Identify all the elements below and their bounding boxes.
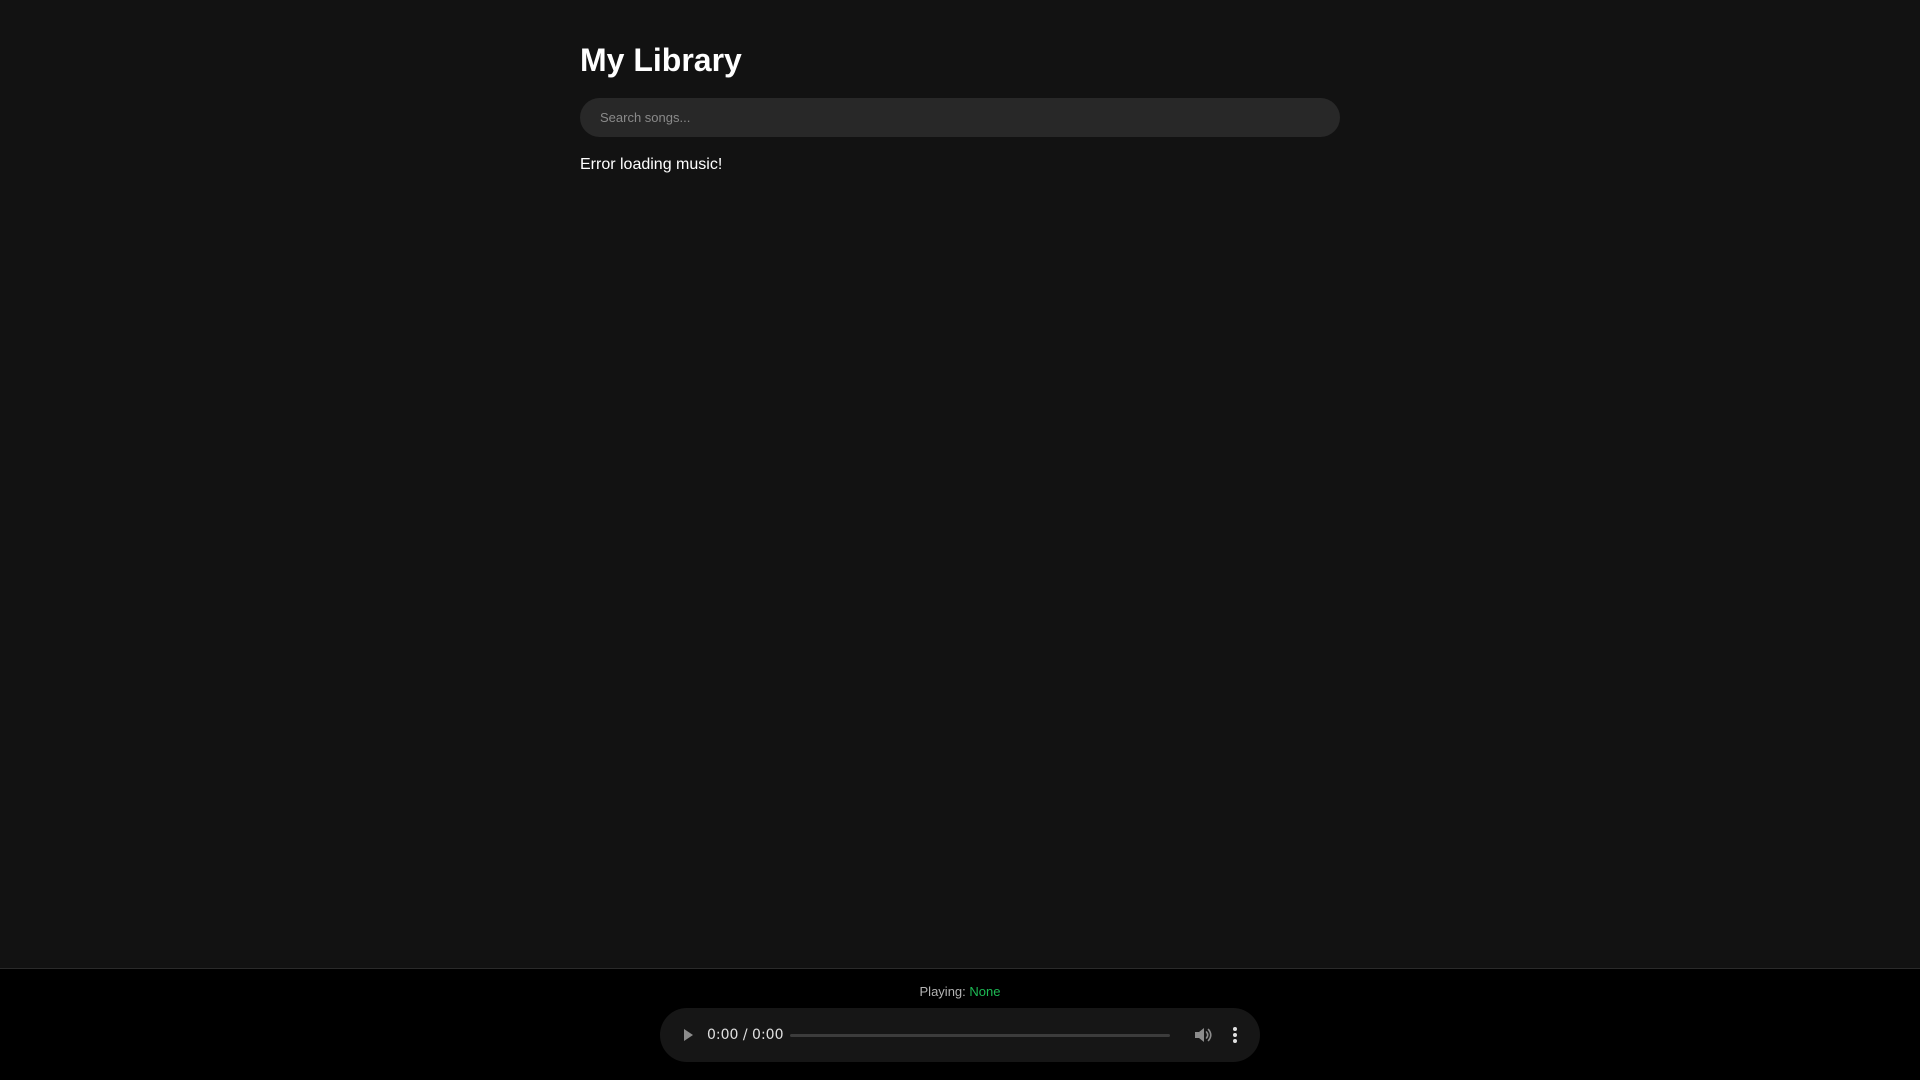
player-bar: Playing: None 0:00 / 0:00 — [0, 968, 1920, 1080]
play-icon — [684, 1029, 693, 1041]
search-input[interactable] — [580, 98, 1340, 137]
music-app: My Library Error loading music! Playing:… — [0, 0, 1920, 1080]
seek-bar[interactable] — [790, 1034, 1170, 1037]
now-playing-track: None — [969, 984, 1001, 999]
more-vertical-icon — [1233, 1027, 1237, 1043]
now-playing-label: Playing: — [919, 984, 966, 999]
play-button[interactable] — [678, 1025, 698, 1045]
page-title: My Library — [580, 42, 742, 78]
volume-button[interactable] — [1192, 1024, 1214, 1046]
time-display: 0:00 / 0:00 — [707, 1027, 784, 1043]
audio-player: 0:00 / 0:00 — [660, 1008, 1260, 1062]
volume-icon — [1195, 1028, 1212, 1042]
more-options-button[interactable] — [1225, 1025, 1245, 1045]
now-playing: Playing: None — [0, 983, 1920, 1001]
status-message: Error loading music! — [580, 156, 723, 173]
